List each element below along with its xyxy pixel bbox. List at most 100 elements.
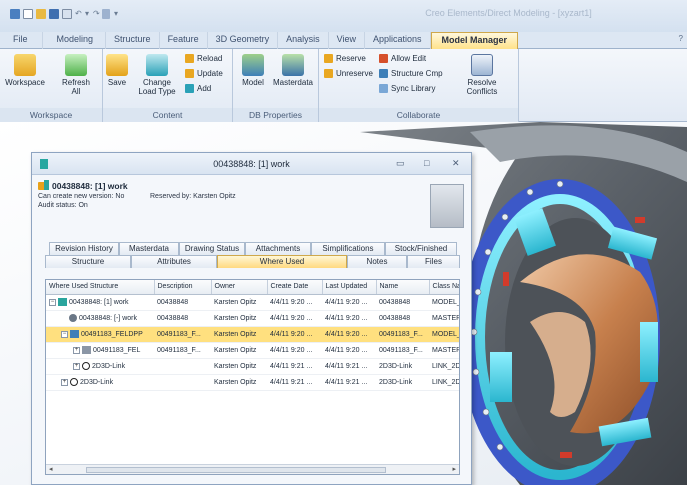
tab-3d-geometry[interactable]: 3D Geometry: [208, 32, 279, 49]
save-button[interactable]: Save: [104, 54, 130, 87]
tab-simplifications[interactable]: Simplifications: [311, 242, 385, 255]
tab-structure[interactable]: Structure: [106, 32, 160, 49]
model-button[interactable]: Model: [238, 54, 268, 87]
model-thumbnail: [430, 184, 464, 228]
dialog-tabs-row-2: Structure Attributes Where Used Notes Fi…: [45, 255, 460, 268]
col-header-owner[interactable]: Owner: [211, 280, 268, 295]
col-header-structure[interactable]: Where Used Structure: [46, 280, 155, 295]
reload-button[interactable]: Reload: [185, 54, 222, 63]
row-create-date: 4/4/11 9:21 ...: [267, 358, 322, 375]
scrollbar-thumb[interactable]: [86, 467, 386, 473]
structure-cmp-button[interactable]: Structure Cmp: [379, 69, 443, 78]
allow-edit-button[interactable]: Allow Edit: [379, 54, 426, 63]
reserved-by-text: Reserved by: Karsten Opitz: [150, 193, 236, 200]
row-create-date: 4/4/11 9:20 ...: [267, 342, 322, 359]
row-owner: Karsten Opitz: [211, 294, 267, 311]
update-label: Update: [197, 69, 223, 78]
row-structure: 2D3D-Link: [92, 362, 126, 370]
resolve-conflicts-button[interactable]: Resolve Conflicts: [457, 54, 507, 96]
row-class: MASTER: [429, 342, 459, 359]
tab-view[interactable]: View: [329, 32, 365, 49]
dialog-title: 00438848: [1] work: [213, 159, 290, 169]
minimize-icon[interactable]: ▭: [396, 158, 405, 169]
tab-stock-finished[interactable]: Stock/Finished: [385, 242, 457, 255]
add-icon: [185, 84, 194, 93]
save-label: Save: [107, 78, 127, 87]
workspace-button[interactable]: Workspace: [3, 54, 47, 87]
scroll-right-icon[interactable]: ▸: [452, 465, 456, 474]
table-row[interactable]: + 00491183_FEL 00491183_F... Karsten Opi…: [46, 342, 459, 359]
tab-structure[interactable]: Structure: [45, 255, 131, 268]
dialog-title-bar[interactable]: 00438848: [1] work ▭ □ ✕: [32, 153, 471, 175]
row-name: 2D3D-Link: [376, 358, 429, 375]
tree-node: + 2D3D-Link: [49, 362, 154, 370]
row-create-date: 4/4/11 9:20 ...: [267, 326, 322, 343]
row-name: 00438848: [376, 294, 429, 311]
tab-modeling[interactable]: Modeling: [43, 32, 107, 49]
reload-icon: [185, 54, 194, 63]
window-title: Creo Elements/Direct Modeling - [xyzart1…: [425, 8, 592, 18]
refresh-label: Refresh: [61, 78, 90, 87]
tab-drawing-status[interactable]: Drawing Status: [179, 242, 245, 255]
reserve-button[interactable]: Reserve: [324, 54, 366, 63]
expand-icon[interactable]: +: [73, 346, 80, 354]
change-label: Change: [142, 78, 172, 87]
model-label: Model: [242, 78, 264, 87]
tab-revision-history[interactable]: Revision History: [49, 242, 119, 255]
expand-icon[interactable]: +: [61, 378, 68, 386]
table-row[interactable]: 00438848: [-] work 00438848 Karsten Opit…: [46, 310, 459, 327]
tree-node: + 2D3D-Link: [49, 378, 154, 386]
sync-library-button[interactable]: Sync Library: [379, 84, 435, 93]
col-header-last-updated[interactable]: Last Updated: [322, 280, 377, 295]
row-owner: Karsten Opitz: [211, 310, 267, 327]
row-structure: 00438848: [1] work: [69, 298, 129, 306]
reload-label: Reload: [197, 54, 223, 63]
assembly-icon: [70, 330, 79, 338]
refresh-all-button[interactable]: Refresh All: [56, 54, 96, 96]
tab-files[interactable]: Files: [407, 255, 460, 268]
table-row[interactable]: + 2D3D-Link Karsten Opitz 4/4/11 9:21 ..…: [46, 358, 459, 375]
tab-analysis[interactable]: Analysis: [278, 32, 329, 49]
tab-feature[interactable]: Feature: [160, 32, 208, 49]
collapse-icon[interactable]: −: [49, 298, 56, 306]
tab-file[interactable]: File: [0, 32, 43, 49]
collaborate-group-label: Collaborate: [319, 108, 518, 122]
close-icon[interactable]: ✕: [452, 158, 460, 169]
ribbon-tab-bar: File Modeling Structure Feature 3D Geome…: [0, 32, 687, 49]
save-db-icon: [106, 54, 128, 76]
row-last-updated: 4/4/11 9:20 ...: [322, 310, 376, 327]
tab-notes[interactable]: Notes: [347, 255, 407, 268]
table-row[interactable]: + 2D3D-Link Karsten Opitz 4/4/11 9:21 ..…: [46, 374, 459, 391]
update-button[interactable]: Update: [185, 69, 223, 78]
tab-model-manager[interactable]: Model Manager: [430, 32, 519, 49]
col-header-create-date[interactable]: Create Date: [267, 280, 323, 295]
row-description: 00491183_F...: [154, 326, 211, 343]
dialog-tabs-row-1: Revision History Masterdata Drawing Stat…: [49, 242, 457, 255]
help-icon[interactable]: ?: [679, 34, 683, 43]
tab-applications[interactable]: Applications: [365, 32, 431, 49]
table-row[interactable]: − 00438848: [1] work 00438848 Karsten Op…: [46, 294, 459, 311]
add-button[interactable]: Add: [185, 84, 211, 93]
row-description: 00438848: [154, 310, 211, 327]
row-owner: Karsten Opitz: [211, 342, 267, 359]
tab-attributes[interactable]: Attributes: [131, 255, 217, 268]
table-row-selected[interactable]: − 00491183_FELDPP 00491183_F... Karsten …: [46, 326, 459, 343]
row-create-date: 4/4/11 9:20 ...: [267, 294, 322, 311]
maximize-icon[interactable]: □: [424, 158, 429, 168]
row-last-updated: 4/4/11 9:20 ...: [322, 342, 376, 359]
unreserve-button[interactable]: Unreserve: [324, 69, 373, 78]
col-header-class-name[interactable]: Class Na: [429, 280, 459, 295]
scroll-left-icon[interactable]: ◂: [49, 465, 53, 474]
masterdata-button[interactable]: Masterdata: [271, 54, 315, 87]
tab-where-used[interactable]: Where Used: [217, 255, 347, 268]
horizontal-scrollbar[interactable]: ◂ ▸: [46, 464, 459, 474]
expand-icon[interactable]: +: [73, 362, 80, 370]
row-create-date: 4/4/11 9:20 ...: [267, 310, 322, 327]
tab-masterdata[interactable]: Masterdata: [119, 242, 179, 255]
collapse-icon[interactable]: −: [61, 330, 68, 338]
object-header: 00438848: [1] work Can create new versio…: [38, 180, 466, 232]
tab-attachments[interactable]: Attachments: [245, 242, 311, 255]
col-header-description[interactable]: Description: [154, 280, 212, 295]
col-header-name[interactable]: Name: [376, 280, 430, 295]
change-load-type-button[interactable]: Change Load Type: [133, 54, 181, 96]
